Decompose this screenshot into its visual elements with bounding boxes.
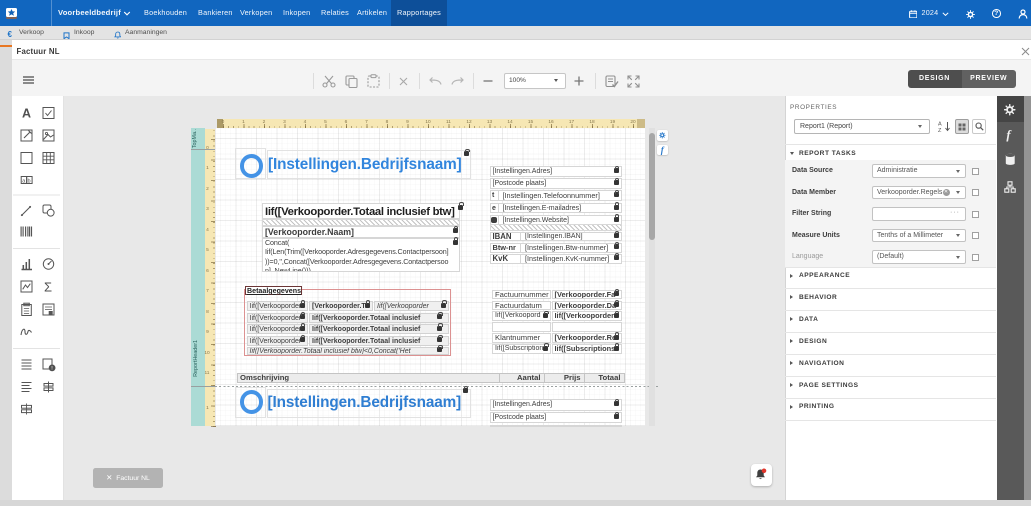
svg-text:Z: Z [938, 128, 942, 133]
svg-text:A: A [938, 122, 942, 128]
svg-text:Σ: Σ [44, 279, 52, 294]
svg-text:A: A [22, 106, 31, 120]
svg-text:b: b [28, 178, 31, 184]
